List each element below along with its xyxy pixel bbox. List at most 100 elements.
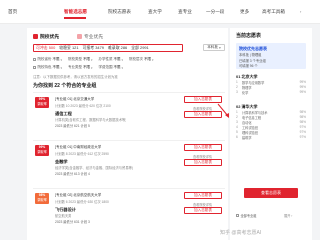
- tab-major-first-label: 专业优先: [84, 34, 104, 40]
- annotation-arrow-icon: [217, 103, 229, 118]
- probability-badge: 99% 录取率: [35, 97, 49, 108]
- major-stats: 2023 最低分 621 计划 5: [55, 124, 90, 128]
- stat-stable[interactable]: 较稳妥 121: [59, 45, 78, 51]
- view-table-label: 查看志愿表: [261, 190, 281, 195]
- add-group-button[interactable]: 加入志愿表: [184, 96, 222, 103]
- probability-badge: 99% 录取率: [35, 145, 49, 156]
- probability-label: 录取率: [37, 102, 47, 106]
- result-card: 99% 录取率 [专业组 01] 北京交通大学 计划数 10 2023 最低分 …: [33, 92, 225, 136]
- result-card: 98% 录取率 [专业组 02] 北京航空航天大学 计划数 6 2023 最低分…: [33, 188, 225, 232]
- group-title[interactable]: [专业组 01] 北京交通大学: [55, 97, 94, 102]
- add-group-button[interactable]: 加入志愿表: [184, 192, 222, 199]
- filter-label: 学费范围: [98, 65, 113, 69]
- filter-label: 办学性质: [98, 57, 113, 61]
- filter-value[interactable]: 不限: [144, 57, 151, 62]
- main-panel: 院校优先 专业优先 可冲击 500 较稳妥 121 可报考 3479 难录取 2…: [27, 28, 229, 240]
- add-major-label: 加入志愿表: [194, 208, 212, 212]
- filter-value[interactable]: 不限: [83, 65, 90, 70]
- chevron-right-icon: ›: [300, 9, 302, 14]
- probability-label: 录取率: [37, 198, 47, 202]
- batch-select[interactable]: 本科批 ▾: [203, 44, 225, 51]
- sidebar-title: 当前志愿表: [236, 33, 262, 39]
- row-name: 化学: [242, 91, 249, 95]
- nav-item-volunteer-table[interactable]: 院校志愿表: [108, 9, 131, 15]
- select-all-checkbox[interactable]: [236, 214, 239, 217]
- probability-badge: 98% 录取率: [35, 193, 49, 204]
- probability-stats: 可冲击 500 较稳妥 121 可报考 3479 难录取 286 全部 2991: [33, 44, 183, 52]
- filter-row-1: 院校省份 不限 ▾ 院校类型 不限 ▾ 办学性质 不限 ▾ 院校层次 不限 ▾: [33, 56, 160, 63]
- nav-item-find-university[interactable]: 查大学: [148, 9, 162, 15]
- group-stats: 计划数 10 2023 最低分 620 位次 2100: [55, 104, 111, 108]
- major-stats: 2023 最低分 613 计划 4: [55, 172, 90, 176]
- filter-label: 院校类型: [68, 57, 83, 61]
- nav-item-find-major[interactable]: 查专业: [178, 9, 192, 15]
- chevron-down-icon: ▾: [152, 57, 154, 62]
- filter-label: 院校省份: [37, 57, 52, 61]
- major-note: 计算机类(含软件工程、数据科学与大数据技术等): [55, 118, 127, 122]
- add-group-label: 加入志愿表: [194, 97, 212, 101]
- college-icon: [33, 33, 38, 39]
- filter-value[interactable]: 不限: [83, 57, 90, 62]
- select-all-label: 全部专业组: [240, 214, 257, 218]
- chevron-down-icon: ▾: [218, 45, 221, 50]
- probability-label: 录取率: [37, 150, 47, 154]
- chevron-down-icon: ▾: [60, 57, 63, 62]
- results-title: 为你找到 22 个符合的专业组: [33, 83, 97, 89]
- stat-rush[interactable]: 可冲击 500: [36, 45, 55, 51]
- major-stats: 2023 最低分 631 计划 3: [55, 220, 90, 224]
- sidebar-group: 01 北京大学 1 数学与应用数学 99% 2 物理学 99% 3 化学 99%: [236, 74, 306, 95]
- chevron-down-icon: ▾: [121, 57, 124, 62]
- view-table-button[interactable]: 查看志愿表: [244, 188, 298, 198]
- watermark: 知乎 @高考志愿AI: [220, 230, 262, 236]
- filter-checkbox[interactable]: [33, 58, 36, 61]
- group-title[interactable]: [专业组 01] 中南财经政法大学: [55, 145, 101, 150]
- chevron-down-icon: ▾: [91, 57, 93, 62]
- nav-item-score-rank[interactable]: 一分一段: [206, 9, 224, 15]
- sidebar-footer: 全部专业组 展开 ›: [236, 213, 292, 218]
- data-notice: 注意：以下数据仅供参考，请以官方发布的招生计划为准: [33, 75, 118, 79]
- add-group-label: 加入志愿表: [194, 193, 212, 197]
- summary-batch: 本科批 | 物理组: [239, 53, 262, 57]
- top-navigation: 首页 智能选志愿 院校志愿表 查大学 查专业 一分一段 更多 高考工具箱 ›: [0, 0, 320, 24]
- add-group-button[interactable]: 加入志愿表: [184, 144, 222, 151]
- filter-label: 专业类型: [68, 65, 83, 69]
- stat-hard[interactable]: 难录取 286: [108, 45, 127, 51]
- filter-value[interactable]: 不限: [53, 65, 60, 70]
- tab-college-first[interactable]: 院校优先: [33, 32, 59, 40]
- filter-checkbox[interactable]: [33, 66, 36, 69]
- add-group-label: 加入志愿表: [194, 145, 212, 149]
- tab-major-first[interactable]: 专业优先: [77, 32, 103, 40]
- nav-item-smart-select[interactable]: 智能选志愿: [64, 9, 87, 15]
- row-name: 建筑学: [242, 136, 252, 140]
- chevron-down-icon: ▾: [60, 65, 63, 70]
- chevron-down-icon: ▾: [121, 65, 124, 70]
- group-title[interactable]: [专业组 02] 北京航空航天大学: [55, 193, 101, 198]
- group-stats: 计划数 6 2023 最低分 630 位次 1800: [55, 200, 109, 204]
- stat-all[interactable]: 全部 2991: [131, 45, 149, 51]
- filter-value[interactable]: 不限: [53, 57, 60, 62]
- group-stats: 计划数 8 2023 最低分 612 位次 2590: [55, 152, 109, 156]
- filter-label: 院校特色: [37, 65, 52, 69]
- chevron-down-icon: ▾: [91, 65, 93, 70]
- add-major-label: 加入志愿表: [194, 112, 212, 116]
- sidebar-row[interactable]: 3 化学 99%: [236, 90, 306, 95]
- add-major-button[interactable]: 加入志愿表: [184, 159, 222, 166]
- add-major-button[interactable]: 加入志愿表: [184, 207, 222, 214]
- major-icon: [77, 33, 82, 39]
- sidebar-summary: 院校优先志愿表 本科批 | 物理组 已填报 3 个专业组 可填报 96 个: [236, 43, 306, 69]
- sidebar-row[interactable]: 6 建筑学 97%: [236, 135, 306, 140]
- filter-value[interactable]: 不限: [114, 57, 121, 62]
- nav-item-home[interactable]: 首页: [8, 9, 17, 15]
- nav-item-more[interactable]: 更多: [240, 9, 249, 15]
- expand-link[interactable]: 展开 ›: [284, 213, 292, 218]
- nav-item-toolbox[interactable]: 高考工具箱: [262, 9, 285, 15]
- row-percent: 99%: [299, 90, 306, 94]
- major-note: 航空航天类: [55, 214, 72, 218]
- active-tab-indicator: [64, 17, 86, 19]
- stat-safe[interactable]: 可报考 3479: [83, 45, 104, 51]
- volunteer-sidebar: 当前志愿表 院校优先志愿表 本科批 | 物理组 已填报 3 个专业组 可填报 9…: [230, 28, 312, 240]
- batch-select-label: 本科批: [207, 45, 218, 49]
- filter-row-2: 院校特色 不限 ▾ 专业类型 不限 ▾ 学费范围 不限 ▾: [33, 64, 129, 71]
- filter-value[interactable]: 不限: [114, 65, 121, 70]
- major-note: 经济学类(含金融学、经济与金融、国际经济与贸易等): [55, 166, 134, 170]
